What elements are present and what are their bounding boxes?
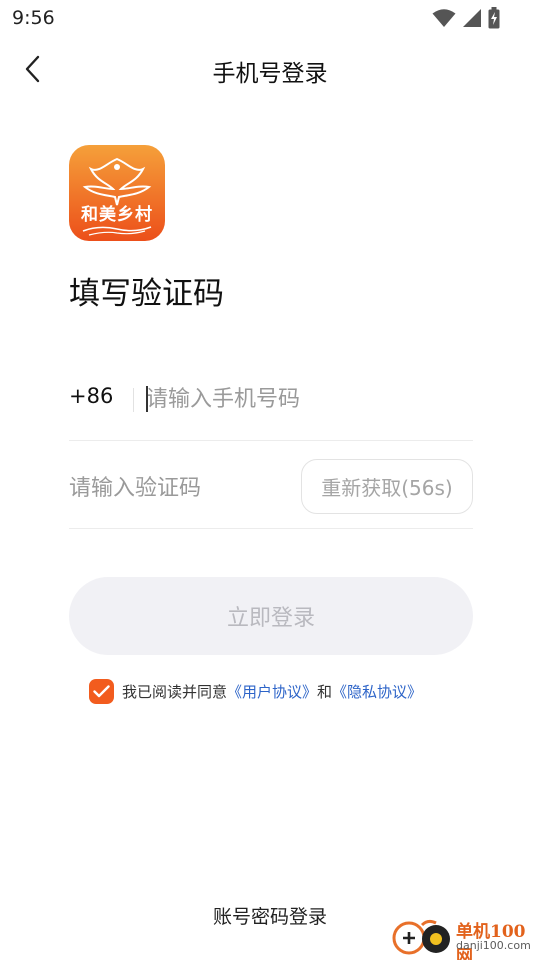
login-screen: 9:56 手机号登录 和美乡村 填写验证码 +86 请输入手机号码 请输入验证码… [0,0,540,960]
text-cursor [146,386,148,412]
agreement-and: 和 [317,683,333,701]
login-button[interactable]: 立即登录 [69,577,473,655]
page-heading: 填写验证码 [69,276,224,312]
app-logo: 和美乡村 [69,145,165,241]
agreement-checkbox[interactable] [89,679,114,704]
page-title: 手机号登录 [212,61,328,87]
agreement-prefix: 我已阅读并同意 [122,683,228,701]
agreement-row: 我已阅读并同意 《用户协议》 和 《隐私协议》 [89,678,422,705]
battery-charging-icon [488,7,500,29]
status-time: 9:56 [12,7,55,29]
status-bar: 9:56 [0,0,540,36]
verification-code-input[interactable] [69,471,289,505]
header: 手机号登录 [0,46,540,92]
signal-icon [463,9,481,27]
checkmark-icon [93,685,110,698]
code-row: 重新获取(56s) [69,456,473,529]
status-icons [432,7,500,29]
privacy-policy-link[interactable]: 《隐私协议》 [332,681,422,702]
country-code[interactable]: +86 [69,384,113,408]
phoenix-logo-icon [69,145,165,241]
watermark-logo-icon [392,919,450,955]
divider [133,388,134,412]
phone-input[interactable] [146,382,466,416]
resend-code-button[interactable]: 重新获取(56s) [301,459,473,514]
phone-row: +86 [69,370,473,441]
wifi-icon [432,9,456,27]
logo-text: 和美乡村 [81,205,153,225]
watermark-en: danji100.com [456,939,531,952]
user-agreement-link[interactable]: 《用户协议》 [227,681,317,702]
watermark: 单机100网 danji100.com [392,915,540,960]
